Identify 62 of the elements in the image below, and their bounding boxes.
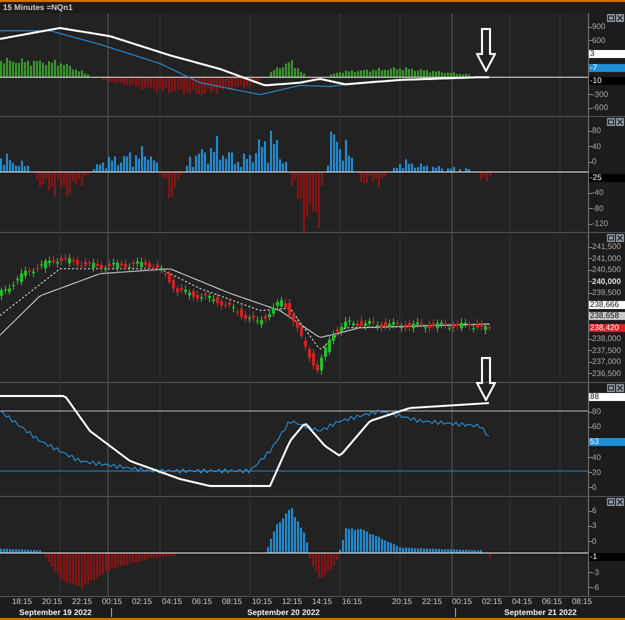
date-label: September 19 2022 — [19, 608, 92, 616]
date-label: September 20 2022 — [247, 608, 320, 616]
axis-label: 3 — [592, 522, 596, 530]
axis-label: 40 — [592, 142, 601, 150]
time-label: 06:15 — [190, 598, 214, 606]
time-label: 14:15 — [310, 598, 334, 606]
time-label: 20:15 — [40, 598, 64, 606]
axis-label: 6 — [592, 507, 596, 515]
time-label: 22:15 — [70, 598, 94, 606]
value-badge: 88 — [589, 393, 625, 401]
time-label: 20:15 — [390, 598, 414, 606]
time-label: 06:15 — [540, 598, 564, 606]
time-label: 04:15 — [510, 598, 534, 606]
axis-label: 240,500 — [592, 266, 621, 274]
time-label: 16:15 — [340, 598, 364, 606]
value-badge: -1 — [589, 553, 625, 562]
axis-label: 241,500 — [592, 243, 621, 251]
axis-label: 238,000 — [592, 335, 621, 344]
axis-label: -600 — [592, 104, 608, 112]
time-label: 02:15 — [480, 598, 504, 606]
axis-label: 0 — [592, 158, 596, 166]
axis-label: 60 — [592, 423, 601, 432]
time-label: 10:15 — [250, 598, 274, 606]
date-label: September 21 2022 — [504, 608, 577, 616]
time-label: 00:15 — [450, 598, 474, 606]
axis-label: -6 — [592, 584, 600, 592]
time-label: 00:15 — [100, 598, 124, 606]
time-label: 08:15 — [570, 598, 594, 606]
value-badge: 238,666 — [589, 300, 625, 309]
axis-label: 900 — [592, 23, 606, 31]
axis-label: -40 — [592, 189, 604, 197]
axis-label: 237,000 — [592, 358, 621, 366]
axis-label: -3 — [592, 568, 600, 577]
axis-label: 241,000 — [592, 254, 621, 263]
value-badge: 238,658 — [589, 312, 625, 320]
axis-label: 20 — [592, 468, 601, 477]
chart-title: 15 Minutes =NQn1 — [3, 4, 73, 12]
time-label: 02:15 — [130, 598, 154, 606]
value-badge: 3 — [589, 50, 625, 58]
time-label: 18:15 — [10, 598, 34, 606]
axis-label: 80 — [592, 127, 601, 135]
value-badge: -25 — [589, 174, 625, 182]
axis-label: 80 — [592, 408, 601, 416]
axis-label: 236,500 — [592, 370, 621, 378]
axis-label: 237,500 — [592, 346, 621, 355]
time-label: 22:15 — [420, 598, 444, 606]
time-label: 04:15 — [160, 598, 184, 606]
axis-label: 0 — [592, 538, 596, 546]
axis-label: 0 — [592, 484, 596, 492]
time-label: 12:15 — [280, 598, 304, 606]
value-badge: 53 — [589, 438, 625, 446]
axis-label: 240,000 — [592, 278, 621, 286]
axis-label: 600 — [592, 36, 606, 44]
value-badge: 238,420 — [589, 324, 625, 332]
axis-label: -120 — [592, 220, 608, 228]
axis-label: -300 — [592, 90, 608, 98]
axis-label: -80 — [592, 204, 604, 212]
value-badge: -7 — [589, 64, 625, 72]
axis-label: 40 — [592, 454, 601, 462]
time-label: 08:15 — [220, 598, 244, 606]
value-badge: -10 — [589, 77, 625, 85]
axis-label: 239,500 — [592, 289, 621, 298]
